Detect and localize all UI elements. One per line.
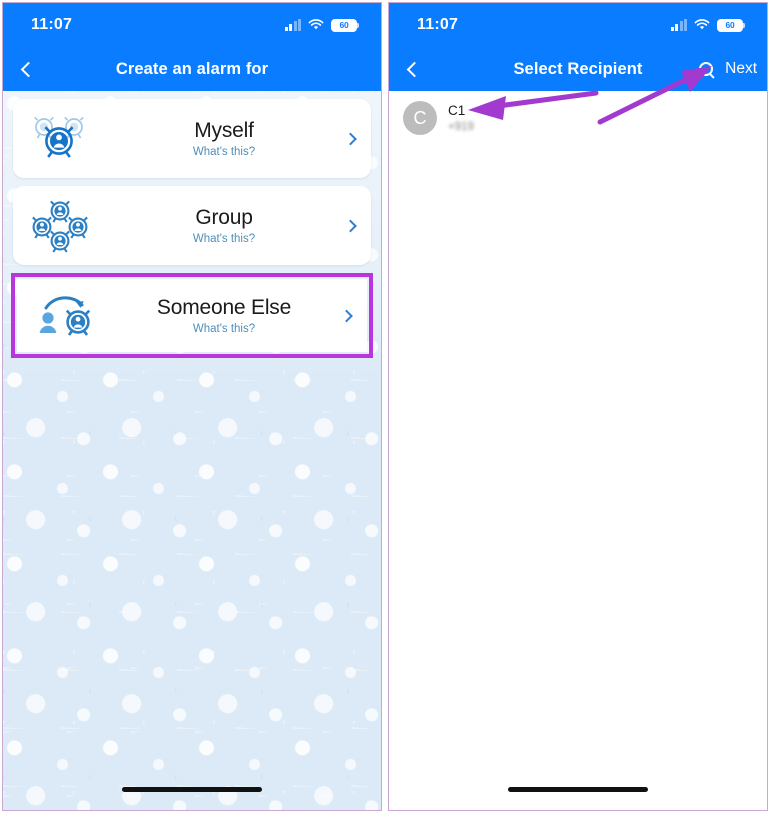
avatar: C <box>403 101 437 135</box>
screenshot-stage: 11:07 60 Create an alarm for Myself What… <box>0 0 768 813</box>
search-icon[interactable] <box>699 62 714 76</box>
option-card-someone-else[interactable]: Someone Else What's this? <box>17 279 367 352</box>
wifi-icon <box>308 19 324 30</box>
alarm-clock-group-icon <box>13 199 107 253</box>
contact-row[interactable]: C C1 +919 <box>389 91 767 145</box>
home-indicator-right <box>508 787 648 792</box>
whats-this-link[interactable]: What's this? <box>107 233 341 245</box>
option-title: Myself <box>194 119 254 143</box>
option-text-someone-else: Someone Else What's this? <box>111 296 367 335</box>
contact-name: C1 <box>448 103 466 119</box>
chevron-left-icon <box>20 61 36 77</box>
next-button[interactable]: Next <box>725 60 757 78</box>
cellular-signal-icon <box>670 18 687 31</box>
option-text-group: Group What's this? <box>107 206 371 245</box>
status-bar-left: 11:07 60 <box>3 3 381 47</box>
contact-text: C1 +919 <box>448 103 474 133</box>
back-button-right[interactable] <box>397 47 431 91</box>
home-indicator-left <box>122 787 262 792</box>
status-bar-right: 11:07 60 <box>389 3 767 47</box>
alarm-clock-person-icon <box>13 114 107 164</box>
contact-phone: +919 <box>448 120 474 133</box>
battery-level: 60 <box>339 19 349 30</box>
status-clock: 11:07 <box>31 16 73 33</box>
option-card-wrap-group: Group What's this? <box>13 186 371 265</box>
option-card-group[interactable]: Group What's this? <box>13 186 371 265</box>
status-icon-group: 60 <box>670 18 746 32</box>
cellular-signal-icon <box>284 18 301 31</box>
whats-this-link[interactable]: What's this? <box>107 146 341 158</box>
nav-actions: Next <box>699 47 757 91</box>
back-button-left[interactable] <box>11 47 45 91</box>
contact-list: C C1 +919 <box>389 91 767 145</box>
option-card-myself[interactable]: Myself What's this? <box>13 99 371 178</box>
person-arrow-alarm-icon <box>17 291 111 341</box>
option-title: Someone Else <box>156 296 292 320</box>
page-title-left: Create an alarm for <box>115 59 269 78</box>
whats-this-link[interactable]: What's this? <box>111 323 337 335</box>
left-phone-screen: 11:07 60 Create an alarm for Myself What… <box>2 2 382 811</box>
right-phone-screen: 11:07 60 Select Recipient Next C C1 +919 <box>388 2 768 811</box>
nav-bar-right: Select Recipient Next <box>389 47 767 91</box>
battery-level: 60 <box>725 19 735 30</box>
battery-icon: 60 <box>331 18 360 32</box>
status-icon-group: 60 <box>284 18 360 32</box>
nav-bar-left: Create an alarm for <box>3 47 381 91</box>
option-text-myself: Myself What's this? <box>107 119 371 158</box>
chevron-left-icon <box>406 61 422 77</box>
status-clock: 11:07 <box>417 16 459 33</box>
option-card-wrap-someone-else: Someone Else What's this? <box>11 273 373 358</box>
battery-icon: 60 <box>717 18 746 32</box>
wifi-icon <box>694 19 710 30</box>
alarm-target-options: Myself What's this? Group What's this? S… <box>3 91 381 358</box>
option-title: Group <box>195 206 253 230</box>
option-card-wrap-myself: Myself What's this? <box>13 99 371 178</box>
